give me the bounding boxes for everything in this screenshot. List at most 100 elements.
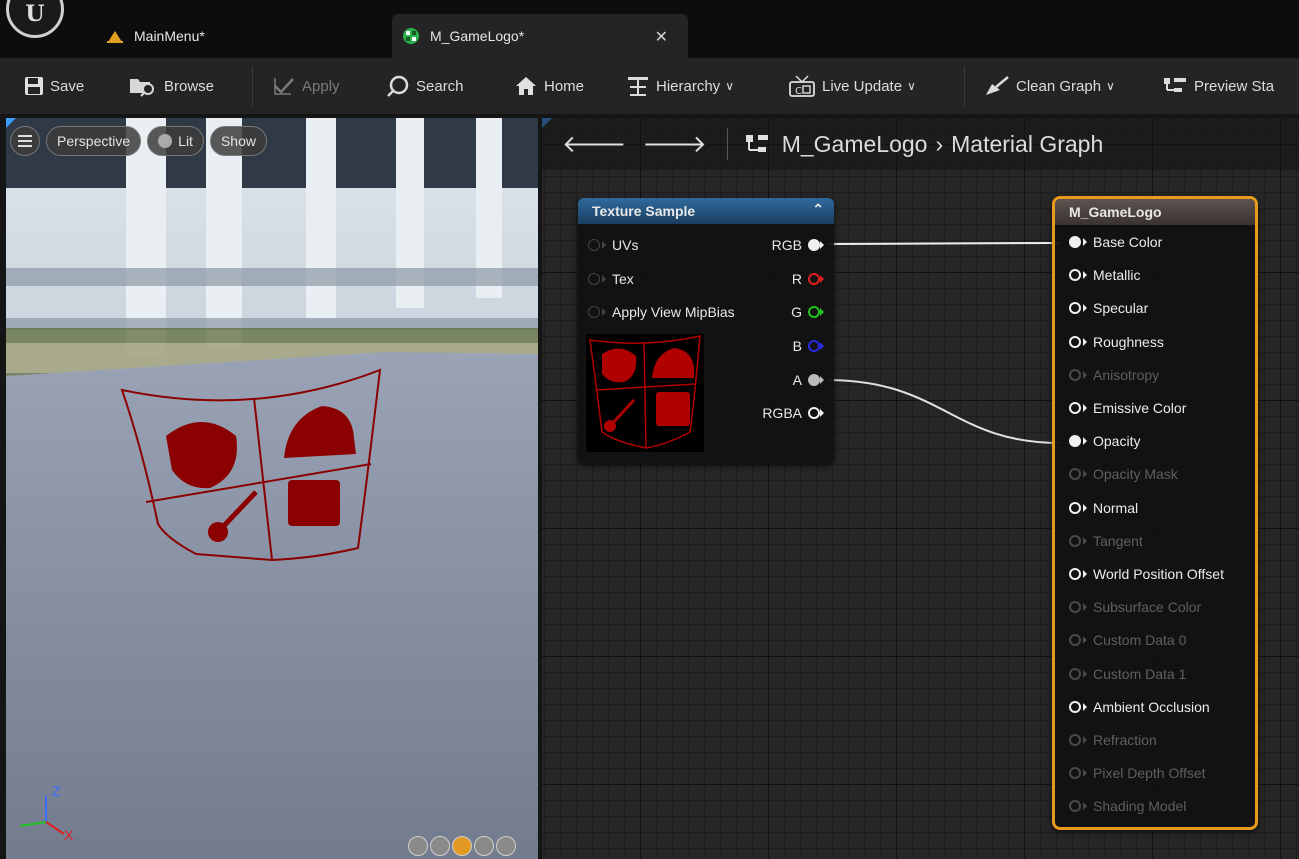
forward-arrow-icon[interactable]: 🡒 <box>642 129 706 159</box>
material-pin-base-color[interactable]: Base Color <box>1069 232 1162 252</box>
pin-icon <box>1069 634 1081 647</box>
viewport-menu-button[interactable] <box>10 126 40 156</box>
pin-icon <box>1069 534 1081 547</box>
axis-z-label: Z <box>52 783 61 799</box>
pin-label: Ambient Occlusion <box>1093 698 1210 715</box>
lit-label: Lit <box>178 133 193 149</box>
output-pin-a[interactable]: A <box>793 370 824 390</box>
output-pin-b[interactable]: B <box>793 336 824 356</box>
pin-icon <box>1069 601 1081 614</box>
texture-sample-node[interactable]: Texture Sample ⌃ UVs Tex Apply View MipB… <box>578 198 834 464</box>
material-pin-subsurface-color[interactable]: Subsurface Color <box>1069 597 1201 617</box>
input-pin-uvs[interactable]: UVs <box>588 235 638 255</box>
material-pin-custom-data-0[interactable]: Custom Data 0 <box>1069 630 1186 650</box>
pin-arrow-icon <box>820 308 824 316</box>
apply-button[interactable]: Apply <box>272 74 340 98</box>
hierarchy-dropdown[interactable]: Hierarchy ∨ <box>626 74 734 98</box>
level-icon <box>106 28 124 44</box>
material-pin-specular[interactable]: Specular <box>1069 298 1148 318</box>
output-pin-g[interactable]: G <box>791 302 824 322</box>
unreal-logo-icon[interactable]: U <box>6 0 64 38</box>
material-pin-metallic[interactable]: Metallic <box>1069 265 1140 285</box>
browse-icon <box>130 79 154 97</box>
pin-arrow-icon <box>1083 238 1087 246</box>
cylinder-mesh-icon[interactable] <box>408 836 428 856</box>
node-header[interactable]: M_GameLogo <box>1055 199 1255 225</box>
save-icon <box>25 77 43 95</box>
pin-arrow-icon <box>1083 802 1087 811</box>
live-update-dropdown[interactable]: C Live Update ∨ <box>788 74 916 98</box>
viewport-scene <box>6 118 538 859</box>
material-pin-roughness[interactable]: Roughness <box>1069 332 1164 352</box>
material-pin-opacity-mask[interactable]: Opacity Mask <box>1069 464 1178 484</box>
pin-icon <box>1069 468 1081 481</box>
pin-icon <box>1069 269 1081 282</box>
wire-a-to-opacity <box>826 379 1061 444</box>
tab-m-gamelogo[interactable]: M_GameLogo* ✕ <box>392 14 688 58</box>
material-pin-emissive-color[interactable]: Emissive Color <box>1069 398 1186 418</box>
input-pin-tex[interactable]: Tex <box>588 269 634 289</box>
node-title: Texture Sample <box>592 203 696 219</box>
chevron-down-icon: ∨ <box>907 79 916 93</box>
tab-mainmenu[interactable]: MainMenu* <box>96 14 386 58</box>
material-pin-refraction[interactable]: Refraction <box>1069 730 1157 750</box>
show-button[interactable]: Show <box>209 126 267 156</box>
pin-icon <box>588 239 600 251</box>
svg-text:C: C <box>795 86 802 97</box>
tab-bar: U MainMenu* M_GameLogo* ✕ <box>0 0 1299 58</box>
pin-arrow-icon <box>820 241 824 249</box>
pin-label: Custom Data 1 <box>1093 665 1187 682</box>
material-pin-tangent[interactable]: Tangent <box>1069 531 1143 551</box>
toolbar-divider <box>964 66 965 106</box>
breadcrumb-asset[interactable]: M_GameLogo <box>782 131 928 158</box>
browse-label: Browse <box>164 77 215 95</box>
material-icon <box>402 27 420 45</box>
cube-mesh-icon[interactable] <box>474 836 494 856</box>
output-pin-rgb[interactable]: RGB <box>772 235 824 255</box>
material-pin-opacity[interactable]: Opacity <box>1069 431 1140 451</box>
pin-label: Base Color <box>1093 234 1163 250</box>
node-title: M_GameLogo <box>1069 204 1162 220</box>
perspective-button[interactable]: Perspective <box>46 126 142 156</box>
output-pin-rgba[interactable]: RGBA <box>762 403 824 423</box>
material-pin-normal[interactable]: Normal <box>1069 498 1138 518</box>
material-preview-viewport[interactable]: Perspective Lit Show Z X <box>6 118 538 859</box>
input-pin-apply-view-mipbias[interactable]: Apply View MipBias <box>588 302 735 322</box>
material-pin-shading-model[interactable]: Shading Model <box>1069 796 1186 816</box>
material-pin-anisotropy[interactable]: Anisotropy <box>1069 365 1159 385</box>
search-button[interactable]: Search <box>386 74 464 98</box>
pin-icon <box>1069 302 1081 315</box>
lit-button[interactable]: Lit <box>147 126 204 156</box>
material-graph[interactable]: 🡐 🡒 M_GameLogo › Material Graph Texture … <box>542 118 1299 859</box>
pin-label: Apply View MipBias <box>612 304 735 320</box>
close-icon[interactable]: ✕ <box>655 27 668 47</box>
pin-arrow-icon <box>1083 437 1087 446</box>
back-arrow-icon[interactable]: 🡐 <box>562 129 626 159</box>
node-header[interactable]: Texture Sample ⌃ <box>578 198 834 224</box>
sphere-mesh-icon[interactable] <box>430 836 450 856</box>
pin-icon <box>1069 335 1081 348</box>
material-pin-pixel-depth-offset[interactable]: Pixel Depth Offset <box>1069 763 1206 783</box>
material-pin-custom-data-1[interactable]: Custom Data 1 <box>1069 664 1186 684</box>
preview-stats-button[interactable]: Preview Sta <box>1162 74 1274 98</box>
output-pin-r[interactable]: R <box>792 269 824 289</box>
material-result-node[interactable]: M_GameLogo Base Color Metallic Specular Rou… <box>1052 196 1258 830</box>
custom-mesh-icon[interactable] <box>496 836 516 856</box>
clean-graph-dropdown[interactable]: Clean Graph ∨ <box>984 74 1115 98</box>
pin-arrow-icon <box>820 376 824 384</box>
pin-icon <box>1069 236 1081 248</box>
collapse-chevron-icon[interactable]: ⌃ <box>812 201 824 218</box>
chevron-down-icon: ∨ <box>1106 79 1115 93</box>
pin-icon <box>1069 700 1081 713</box>
pin-label: Opacity <box>1093 433 1141 450</box>
save-button[interactable]: Save <box>24 74 84 98</box>
material-pin-world-position-offset[interactable]: World Position Offset <box>1069 564 1224 584</box>
pin-label: Metallic <box>1093 267 1141 284</box>
breadcrumb-divider <box>726 128 728 160</box>
material-pin-ambient-occlusion[interactable]: Ambient Occlusion <box>1069 697 1210 717</box>
home-button[interactable]: Home <box>514 74 584 98</box>
pin-arrow-icon <box>1083 337 1087 346</box>
browse-button[interactable]: Browse <box>128 74 214 98</box>
pin-icon <box>1069 402 1081 414</box>
plane-mesh-icon[interactable] <box>452 836 472 856</box>
